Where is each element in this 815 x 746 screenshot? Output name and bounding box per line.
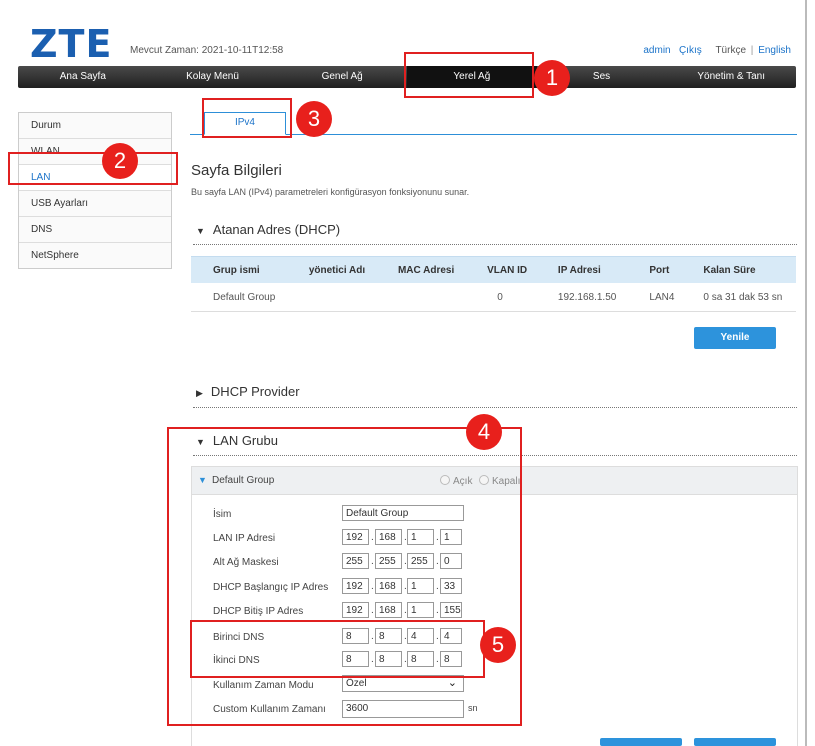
annotation-badge-1: 1 (534, 60, 570, 96)
annotation-badge-4: 4 (466, 414, 502, 450)
table-header-row: Grup ismi yönetici Adı MAC Adresi VLAN I… (191, 256, 796, 283)
highlight-box-2 (8, 152, 178, 185)
annotation-badge-3: 3 (296, 101, 332, 137)
highlight-box-4 (167, 427, 522, 726)
cell-mac (375, 283, 466, 312)
annotation-badge-2: 2 (102, 143, 138, 179)
col-port: Port (627, 256, 682, 283)
nav-home[interactable]: Ana Sayfa (18, 66, 148, 88)
divider (193, 244, 797, 245)
page-description: Bu sayfa LAN (IPv4) parametreleri konfig… (191, 187, 470, 197)
lang-separator: | (750, 45, 754, 56)
apply-button-partial[interactable] (600, 738, 682, 746)
highlight-box-3 (202, 98, 292, 138)
col-group-name: Grup ismi (191, 256, 287, 283)
col-ip: IP Adresi (535, 256, 628, 283)
collapsed-triangle-icon: ▶ (196, 388, 203, 398)
logout-link[interactable]: Çıkış (679, 45, 702, 56)
cancel-button-partial[interactable] (694, 738, 776, 746)
nav-easy-menu[interactable]: Kolay Menü (148, 66, 278, 88)
col-admin-name: yönetici Adı (286, 256, 376, 283)
cell-vlan: 0 (465, 283, 536, 312)
dhcp-section-title: Atanan Adres (DHCP) (212, 222, 341, 237)
zte-logo: ZTE (30, 22, 113, 66)
cell-ip: 192.168.1.50 (535, 283, 628, 312)
nav-wan[interactable]: Genel Ağ (277, 66, 407, 88)
current-time: Mevcut Zaman: 2021-10-11T12:58 (130, 45, 284, 56)
dhcp-table: Grup ismi yönetici Adı MAC Adresi VLAN I… (191, 256, 796, 312)
col-remaining: Kalan Süre (681, 256, 796, 283)
dhcp-section-header[interactable]: ▼ Atanan Adres (DHCP) (196, 222, 340, 237)
highlight-box-5 (190, 620, 485, 678)
page-title: Sayfa Bilgileri (191, 162, 282, 179)
top-links: admin Çıkış Türkçe | English (643, 45, 791, 56)
admin-link[interactable]: admin (643, 45, 670, 56)
nav-management[interactable]: Yönetim & Tanı (666, 66, 796, 88)
highlight-box-1 (404, 52, 534, 98)
cell-admin (286, 283, 376, 312)
sidebar: Durum WLAN LAN USB Ayarları DNS NetSpher… (18, 112, 172, 269)
col-vlan: VLAN ID (465, 256, 536, 283)
annotation-badge-5: 5 (480, 627, 516, 663)
sidebar-item-netsphere[interactable]: NetSphere (19, 243, 171, 268)
dhcp-provider-header[interactable]: ▶ DHCP Provider (196, 384, 300, 399)
cell-port: LAN4 (627, 283, 682, 312)
lang-english[interactable]: English (758, 45, 791, 56)
refresh-button[interactable]: Yenile (694, 327, 776, 349)
divider (193, 407, 797, 408)
table-row: Default Group 0 192.168.1.50 LAN4 0 sa 3… (191, 283, 796, 312)
cell-group: Default Group (191, 283, 287, 312)
col-mac: MAC Adresi (375, 256, 466, 283)
dhcp-provider-title: DHCP Provider (210, 384, 300, 399)
expanded-triangle-icon: ▼ (196, 226, 205, 236)
sidebar-item-dns[interactable]: DNS (19, 217, 171, 243)
cell-remaining: 0 sa 31 dak 53 sn (681, 283, 796, 312)
sidebar-item-status[interactable]: Durum (19, 113, 171, 139)
lang-turkish[interactable]: Türkçe (715, 45, 746, 56)
sidebar-item-usb[interactable]: USB Ayarları (19, 191, 171, 217)
